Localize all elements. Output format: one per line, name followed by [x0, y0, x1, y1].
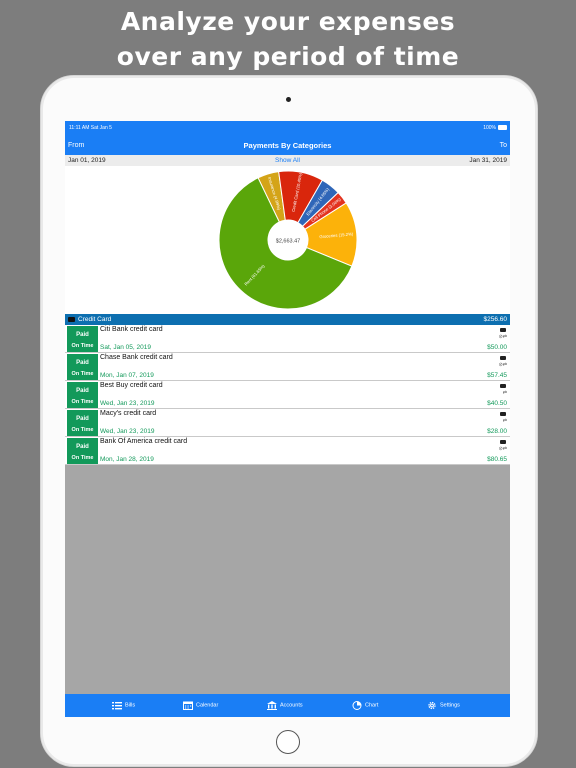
tab-label: Settings	[440, 702, 460, 709]
autopay-repeat-icon: ⊘⇄	[498, 446, 507, 452]
tab-label: Accounts	[280, 702, 303, 709]
bill-date: Mon, Jan 07, 2019	[100, 372, 154, 379]
bill-row[interactable]: Paid On Time Macy's credit card ⇄ Wed, J…	[65, 409, 510, 437]
paid-status-badge: Paid On Time	[67, 410, 98, 436]
status-paid: Paid	[76, 416, 89, 422]
status-on-time: On Time	[71, 427, 94, 433]
tab-calendar[interactable]: Calendar	[183, 701, 218, 711]
card-icon	[500, 328, 506, 332]
bill-row[interactable]: Paid On Time Citi Bank credit card ⊘⇄ Sa…	[65, 325, 510, 353]
bill-name: Best Buy credit card	[100, 382, 163, 389]
bill-list: Paid On Time Citi Bank credit card ⊘⇄ Sa…	[65, 325, 510, 465]
section-amount: $256.60	[483, 316, 508, 323]
bill-amount: $57.45	[487, 372, 507, 379]
bill-amount: $80.65	[487, 456, 507, 463]
section-label: Credit Card	[78, 316, 112, 323]
status-paid: Paid	[76, 360, 89, 366]
tab-label: Chart	[365, 702, 379, 709]
status-battery-text: 100%	[483, 125, 496, 131]
status-on-time: On Time	[71, 399, 94, 405]
bill-row[interactable]: Paid On Time Best Buy credit card ⇄ Wed,…	[65, 381, 510, 409]
home-button[interactable]	[276, 730, 300, 754]
credit-card-icon	[68, 317, 75, 322]
section-header[interactable]: Credit Card $256.60	[65, 314, 510, 325]
nav-bar: From Payments By Categories To	[65, 135, 510, 155]
bill-name: Macy's credit card	[100, 410, 157, 417]
paid-status-badge: Paid On Time	[67, 354, 98, 380]
tab-label: Calendar	[196, 702, 219, 709]
status-on-time: On Time	[71, 343, 94, 349]
battery-icon	[498, 125, 507, 130]
to-button[interactable]: To	[500, 142, 507, 149]
status-paid: Paid	[76, 388, 89, 394]
bill-amount: $50.00	[487, 344, 507, 351]
autopay-repeat-icon: ⊘⇄	[498, 362, 507, 368]
paid-status-badge: Paid On Time	[67, 438, 98, 464]
bill-date: Mon, Jan 28, 2019	[100, 456, 154, 463]
bill-name: Citi Bank credit card	[100, 326, 163, 333]
bill-row[interactable]: Paid On Time Bank Of America credit card…	[65, 437, 510, 465]
date-range-row: Jan 01, 2019 Show All Jan 31, 2019	[65, 155, 510, 166]
end-date[interactable]: Jan 31, 2019	[469, 157, 507, 164]
bill-date: Sat, Jan 05, 2019	[100, 344, 151, 351]
status-time: 11:11 AM Sat Jan 5	[69, 125, 112, 131]
bill-amount: $40.50	[487, 400, 507, 407]
paid-status-badge: Paid On Time	[67, 382, 98, 408]
chart-area: Insurance (4.99%) Credit Card (10.45%) Ele…	[65, 166, 510, 314]
card-icon	[500, 356, 506, 360]
donut-center-total: $2,663.47	[276, 238, 300, 244]
card-icon	[500, 412, 506, 416]
tab-label: Bills	[125, 702, 136, 709]
show-all-button[interactable]: Show All	[65, 157, 510, 164]
card-icon	[500, 440, 506, 444]
tab-chart[interactable]: Chart	[352, 701, 378, 711]
bill-name: Bank Of America credit card	[100, 438, 188, 445]
autopay-repeat-icon: ⊘⇄	[498, 334, 507, 340]
app-screen: 11:11 AM Sat Jan 5 100% From Payments By…	[65, 121, 510, 717]
donut-chart[interactable]: Insurance (4.99%) Credit Card (10.45%) Ele…	[65, 166, 510, 314]
paid-status-badge: Paid On Time	[67, 326, 98, 352]
bill-date: Wed, Jan 23, 2019	[100, 400, 155, 407]
card-icon	[500, 384, 506, 388]
camera-dot	[286, 97, 291, 102]
tab-accounts[interactable]: Accounts	[267, 701, 303, 711]
calendar-icon	[183, 701, 193, 710]
repeat-icon: ⇄	[502, 390, 507, 396]
pie-chart-icon	[352, 701, 362, 710]
banner-line-1: Analyze your expenses	[120, 7, 456, 36]
bill-date: Wed, Jan 23, 2019	[100, 428, 155, 435]
tab-bar: Bills Calendar Accounts Chart Settings	[65, 694, 510, 717]
bill-name: Chase Bank credit card	[100, 354, 173, 361]
status-on-time: On Time	[71, 371, 94, 377]
list-icon	[112, 702, 122, 710]
gear-icon	[428, 701, 436, 710]
status-paid: Paid	[76, 444, 89, 450]
status-bar: 11:11 AM Sat Jan 5 100%	[65, 121, 510, 135]
bank-icon	[267, 701, 277, 710]
status-on-time: On Time	[71, 455, 94, 461]
tab-settings[interactable]: Settings	[427, 701, 460, 711]
tab-bills[interactable]: Bills	[112, 701, 135, 711]
status-paid: Paid	[76, 332, 89, 338]
bill-amount: $28.00	[487, 428, 507, 435]
page-title: Payments By Categories	[243, 141, 332, 150]
bill-row[interactable]: Paid On Time Chase Bank credit card ⊘⇄ M…	[65, 353, 510, 381]
repeat-icon: ⇄	[502, 418, 507, 424]
banner-line-2: over any period of time	[116, 42, 460, 71]
